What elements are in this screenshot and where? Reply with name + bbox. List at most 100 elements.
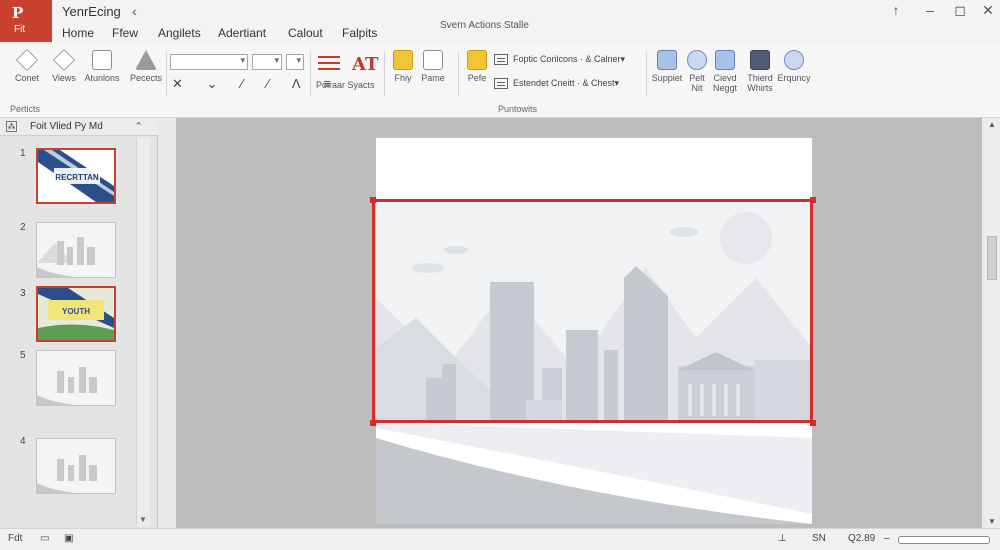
ribbon-divider	[646, 52, 647, 96]
tab-angilets[interactable]: Angilets	[158, 26, 201, 40]
zoom-out-button[interactable]: –	[884, 533, 890, 544]
thumbnail-scrollbar[interactable]: ▼	[136, 138, 150, 526]
title-bar: YenrEcing ‹ ↑ – ◻ ✕	[0, 0, 1000, 22]
list-item-cneitt[interactable]: Estendet Cneitt · & Chest▾	[494, 78, 619, 90]
slide-number: 2	[20, 222, 26, 233]
file-menu-label: Fit	[14, 24, 26, 35]
atunlons-button[interactable]: Atunlons	[80, 50, 124, 83]
scrollbar-thumb[interactable]	[987, 236, 997, 280]
page-icon	[423, 50, 443, 70]
list-item-corilcons[interactable]: Foptic Corilcons · & Calner▾	[494, 54, 625, 66]
support-icon	[657, 50, 677, 70]
panel-collapse-icon[interactable]: ⌃	[134, 120, 143, 133]
resize-handle[interactable]	[370, 420, 376, 426]
fhiy-button[interactable]: Fhiy	[390, 50, 416, 83]
status-bar: Fdt ▭ ▣ ⊥ SN Q2.89 –	[0, 528, 1000, 550]
panel-header: ⁂ Foit Vlied Py Md ⌃	[0, 118, 158, 136]
ribbon-divider	[166, 52, 167, 96]
tab-view[interactable]: Ffew	[112, 26, 138, 40]
pelt-nit-button[interactable]: Pelt Nit	[686, 50, 708, 93]
list-icon	[494, 54, 508, 66]
group-label-puntowits: Puntowits	[498, 104, 538, 114]
slide-2-preview	[37, 223, 115, 277]
vertical-scrollbar[interactable]: ▲ ▼	[984, 118, 1000, 528]
zoom-slider[interactable]	[898, 536, 990, 544]
pin-icon[interactable]: ↑	[886, 2, 906, 18]
group-label-perticts: Perticts	[10, 104, 41, 114]
cloud-icon	[784, 50, 804, 70]
status-slide-label: Fdt	[8, 533, 23, 544]
tab-falpits[interactable]: Falpits	[342, 26, 377, 40]
format-button[interactable]	[286, 54, 304, 70]
slide-number: 1	[20, 148, 26, 159]
list-icon	[494, 78, 508, 90]
monitor-icon	[750, 50, 770, 70]
suppiet-button[interactable]: Suppiet	[650, 50, 684, 83]
slide-thumbnail-panel: ⁂ Foit Vlied Py Md ⌃ 1 RECRTTAN 2 3 YOUT…	[0, 118, 158, 528]
text-style-icon[interactable]: AT	[352, 54, 378, 75]
note-icon	[393, 50, 413, 70]
window-center-title: Svern Actions Stalle	[440, 20, 529, 31]
slide-3-heading: YOUTH	[62, 307, 90, 316]
pecects-button[interactable]: Pecects	[128, 50, 164, 83]
slide-number: 3	[20, 288, 26, 299]
slide-editing-canvas	[176, 118, 982, 528]
slide-thumbnail-4[interactable]	[36, 350, 116, 406]
slide-1-preview: RECRTTAN	[38, 150, 114, 202]
house-icon	[715, 50, 735, 70]
notes-icon[interactable]: ▭	[40, 533, 49, 544]
slide-thumbnail-1[interactable]: RECRTTAN	[36, 148, 116, 204]
maximize-icon[interactable]: ◻	[950, 2, 970, 19]
pefe-button[interactable]: Pefe	[464, 50, 490, 83]
app-logo: P	[12, 4, 24, 22]
conet-button[interactable]: Conet	[10, 48, 44, 83]
back-icon[interactable]: ‹	[132, 3, 137, 19]
slide-4-preview	[37, 351, 115, 405]
selected-image-frame[interactable]	[372, 199, 813, 423]
slide-number: 4	[20, 436, 26, 447]
font-family-select[interactable]	[170, 54, 248, 70]
file-menu-button[interactable]: P Fit	[0, 0, 52, 42]
slide-thumbnail-2[interactable]	[36, 222, 116, 278]
tab-adertiant[interactable]: Adertiant	[218, 26, 266, 40]
resize-handle[interactable]	[370, 197, 376, 203]
font-size-select[interactable]	[252, 54, 282, 70]
slide-3-preview: YOUTH	[38, 288, 114, 340]
pame-button[interactable]: Pame	[418, 50, 448, 83]
resize-handle[interactable]	[810, 420, 816, 426]
book-icon	[92, 50, 112, 70]
slide-thumbnail-3[interactable]: YOUTH	[36, 286, 116, 342]
status-view-count: SN	[812, 533, 826, 544]
ribbon-divider	[384, 52, 385, 96]
accessibility-icon[interactable]: ⊥	[778, 533, 787, 544]
paragraph-icon[interactable]	[318, 56, 340, 70]
slide-1-heading: RECRTTAN	[55, 173, 99, 182]
slide-thumbnail-5[interactable]	[36, 438, 116, 494]
scroll-up-icon[interactable]: ▲	[988, 120, 996, 129]
ribbon-divider	[310, 52, 311, 96]
home-icon	[15, 48, 39, 72]
resize-handle[interactable]	[810, 197, 816, 203]
minimize-icon[interactable]: –	[920, 2, 940, 18]
scroll-down-icon[interactable]: ▼	[988, 517, 996, 526]
close-icon[interactable]: ✕	[978, 2, 998, 19]
panel-toggle-icon[interactable]: ⁂	[6, 121, 17, 132]
zoom-level[interactable]: Q2.89	[848, 533, 875, 544]
views-button[interactable]: Views	[48, 48, 80, 83]
thierd-whirts-button[interactable]: Thierd Whirts	[744, 50, 776, 93]
erquncy-button[interactable]: Erquncy	[776, 50, 812, 83]
slide-number: 5	[20, 350, 26, 361]
ribbon: Conet Views Atunlons Pecects Perticts ✕ …	[0, 44, 1000, 118]
view-icon	[52, 48, 76, 72]
globe-icon	[687, 50, 707, 70]
tab-calout[interactable]: Calout	[288, 26, 323, 40]
panel-title: Foit Vlied Py Md	[30, 121, 103, 132]
cievd-neggt-button[interactable]: Cievd Neggt	[710, 50, 740, 93]
tab-home[interactable]: Home	[62, 26, 94, 40]
ribbon-divider	[458, 52, 459, 96]
slide-5-preview	[37, 439, 115, 493]
scroll-down-icon[interactable]: ▼	[139, 515, 147, 524]
poiraar-syacts-label[interactable]: Poiraar Syacts	[316, 80, 375, 90]
comments-icon[interactable]: ▣	[64, 533, 73, 544]
document-title: YenrEcing	[62, 4, 121, 19]
